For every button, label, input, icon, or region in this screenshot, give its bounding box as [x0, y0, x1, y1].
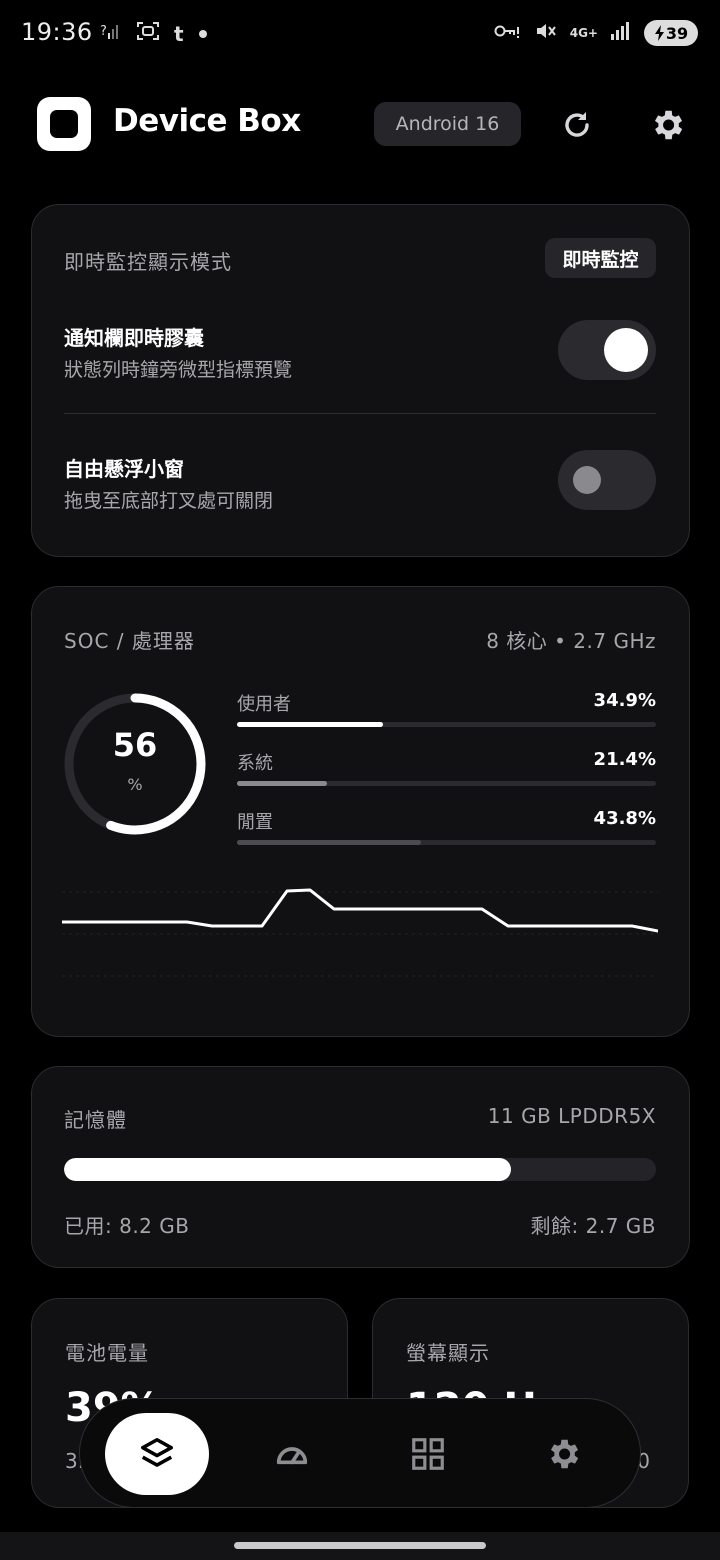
display-title: 螢幕顯示 — [406, 1341, 490, 1365]
signal-icon — [610, 21, 632, 45]
notification-capsule-title: 通知欄即時膠囊 — [64, 326, 204, 350]
status-time: 19:36 — [21, 18, 93, 46]
settings-button[interactable] — [644, 102, 690, 148]
nav-speedometer[interactable] — [240, 1413, 344, 1495]
cpu-user-bar — [237, 722, 656, 727]
soc-meta: 8 核心 • 2.7 GHz — [486, 629, 656, 653]
notification-capsule-subtitle: 狀態列時鐘旁微型指標預覽 — [64, 359, 293, 381]
home-gesture-handle[interactable] — [234, 1542, 486, 1549]
vpn-key-icon — [494, 21, 522, 45]
app-title: Device Box — [113, 103, 301, 139]
cpu-user-label: 使用者 — [237, 694, 291, 715]
notification-capsule-toggle[interactable] — [558, 320, 656, 380]
cpu-history-sparkline — [62, 888, 658, 977]
speedometer-icon — [276, 1447, 308, 1465]
nav-settings[interactable] — [511, 1413, 615, 1495]
nav-layers[interactable] — [105, 1413, 209, 1495]
battery-title: 電池電量 — [65, 1341, 149, 1365]
cpu-usage-gauge — [64, 693, 206, 835]
battery-level: 39 — [665, 23, 689, 43]
memory-title: 記憶體 — [64, 1108, 127, 1132]
cpu-system-label: 系統 — [237, 753, 273, 774]
tumblr-icon: t — [174, 21, 184, 46]
grid-icon — [412, 1438, 444, 1470]
screenshot-icon — [136, 20, 160, 47]
floating-window-toggle[interactable] — [558, 450, 656, 510]
charging-bolt-icon — [654, 25, 664, 41]
svg-text:?: ? — [100, 24, 107, 39]
refresh-icon — [565, 112, 589, 137]
memory-used: 已用: 8.2 GB — [64, 1214, 190, 1238]
app-logo — [37, 97, 91, 151]
status-right-icons: 4G+ 39 — [494, 20, 698, 46]
cpu-idle-label: 閒置 — [237, 812, 273, 833]
dot-icon — [198, 23, 208, 44]
gear-icon — [550, 1439, 579, 1469]
cpu-idle-bar — [237, 840, 656, 845]
memory-free: 剩餘: 2.7 GB — [530, 1214, 656, 1238]
layers-icon — [141, 1438, 173, 1467]
mute-icon — [534, 20, 558, 46]
refresh-button[interactable] — [554, 102, 600, 148]
memory-meta: 11 GB LPDDR5X — [487, 1104, 656, 1128]
monitor-mode-title: 即時監控顯示模式 — [64, 250, 232, 274]
floating-window-subtitle: 拖曳至底部打叉處可關閉 — [64, 490, 274, 512]
soc-title: SOC / 處理器 — [64, 629, 195, 653]
android-version-chip: Android 16 — [374, 102, 521, 146]
gauge-value: 56 — [112, 726, 158, 764]
status-left-icons: ? t — [100, 20, 208, 47]
cpu-user-value: 34.9% — [593, 690, 656, 711]
nav-grid[interactable] — [376, 1413, 480, 1495]
gear-icon — [654, 110, 683, 140]
4g-icon: 4G+ — [569, 26, 598, 40]
signal-question-icon: ? — [100, 21, 122, 46]
gauge-unit: % — [127, 775, 143, 794]
floating-window-title: 自由懸浮小窗 — [64, 457, 184, 481]
battery-indicator: 39 — [644, 20, 698, 46]
cpu-system-bar — [237, 781, 656, 786]
monitor-mode-chip[interactable]: 即時監控 — [545, 238, 656, 278]
bottom-navigation — [79, 1398, 641, 1508]
divider — [64, 413, 656, 414]
status-bar: 19:36 ? t 4G+ 39 — [0, 0, 720, 70]
cpu-idle-value: 43.8% — [593, 808, 656, 829]
cpu-system-value: 21.4% — [593, 749, 656, 770]
memory-usage-bar — [64, 1158, 656, 1181]
